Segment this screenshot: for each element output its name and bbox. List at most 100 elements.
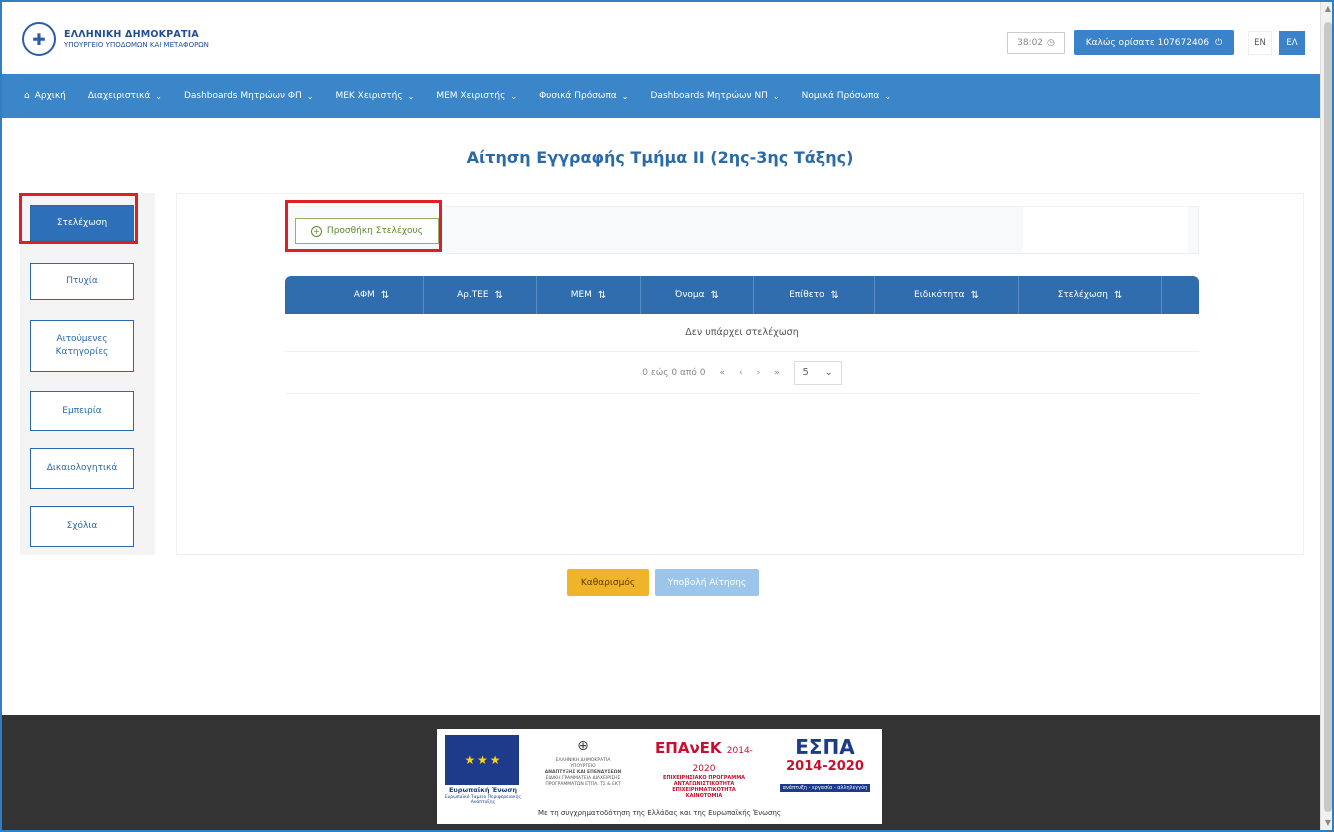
ministry-subtitle: ΥΠΟΥΡΓΕΙΟ ΥΠΟΔΟΜΩΝ ΚΑΙ ΜΕΤΑΦΟΡΩΝ (64, 41, 209, 49)
column-header-tee[interactable]: Αρ.ΤΕΕ ⇅ (424, 276, 537, 314)
column-header-specialty[interactable]: Ειδικότητα ⇅ (875, 276, 1019, 314)
sidebar: Στελέχωση Πτυχία Αιτούμενες Κατηγορίες Ε… (20, 193, 155, 555)
table-header: ΑΦΜ ⇅ Αρ.ΤΕΕ ⇅ ΜΕΜ ⇅ Όνομα ⇅ Επίθετο ⇅ Ε… (285, 276, 1199, 314)
lang-en-button[interactable]: EN (1248, 31, 1272, 55)
chevron-down-icon: ⌄ (407, 91, 415, 101)
vertical-scrollbar[interactable]: ▲ ▼ (1320, 0, 1334, 832)
last-page-icon[interactable]: » (774, 368, 780, 378)
nav-admin-label: Διαχειριστικά (87, 91, 151, 101)
nav-home-label: Αρχική (34, 91, 66, 101)
chevron-down-icon: ⌄ (884, 91, 892, 101)
paginator: 0 εώς 0 από 0 « ‹ › » 5 ⌄ (285, 352, 1199, 394)
column-header-mem[interactable]: ΜΕΜ ⇅ (537, 276, 641, 314)
greek-emblem-icon: ⊕ (577, 738, 589, 754)
column-surname-label: Επίθετο (789, 290, 825, 300)
ministry-title: ΕΛΛΗΝΙΚΗ ΔΗΜΟΚΡΑΤΙΑ (64, 29, 199, 40)
page-size-select[interactable]: 5 ⌄ (793, 360, 842, 385)
nav-natural-persons-label: Φυσικά Πρόσωπα (539, 91, 617, 101)
sidebar-item-documents[interactable]: Δικαιολογητικά (30, 448, 134, 489)
chevron-down-icon: ⌄ (824, 367, 833, 378)
prev-page-icon[interactable]: ‹ (739, 368, 743, 378)
clock-icon: ◷ (1047, 38, 1055, 48)
power-icon: ⏻ (1215, 37, 1223, 48)
sort-icon[interactable]: ⇅ (971, 290, 979, 301)
column-specialty-label: Ειδικότητα (914, 290, 965, 300)
sidebar-item-comments[interactable]: Σχόλια (30, 506, 134, 547)
scroll-up-icon[interactable]: ▲ (1321, 2, 1334, 16)
lang-el-button[interactable]: ΕΛ (1279, 31, 1305, 55)
eu-label-text: Ευρωπαϊκή Ένωση (448, 786, 518, 794)
column-header-surname[interactable]: Επίθετο ⇅ (754, 276, 875, 314)
sort-icon[interactable]: ⇅ (831, 290, 839, 301)
espa-title: ΕΣΠΑ (795, 735, 855, 759)
column-staffing-label: Στελέχωση (1057, 290, 1108, 300)
nav-mek-operator[interactable]: ΜΕΚ Χειριστής ⌄ (335, 91, 414, 101)
sort-icon[interactable]: ⇅ (1114, 290, 1122, 301)
column-header-afm[interactable]: ΑΦΜ ⇅ (320, 276, 424, 314)
column-tee-label: Αρ.ΤΕΕ (457, 290, 489, 300)
table-header-spacer (1162, 276, 1199, 314)
nav-dashboards-fp[interactable]: Dashboards Μητρώων ΦΠ ⌄ (184, 91, 314, 101)
main-nav: ⌂ Αρχική Διαχειριστικά ⌄ Dashboards Μητρ… (0, 74, 1320, 118)
page-size-value: 5 (802, 367, 809, 378)
sort-icon[interactable]: ⇅ (598, 290, 606, 301)
epanek-title: ΕΠΑνΕΚ (655, 739, 722, 757)
nav-legal-persons[interactable]: Νομικά Πρόσωπα ⌄ (802, 91, 891, 101)
chevron-down-icon: ⌄ (155, 91, 162, 101)
home-icon: ⌂ (24, 91, 30, 101)
epanek-logo: ΕΠΑνΕΚ 2014-2020 ΕΠΙΧΕΙΡΗΣΙΑΚΟ ΠΡΟΓΡΑΜΜΑ… (644, 739, 764, 799)
sidebar-item-experience[interactable]: Εμπειρία (30, 391, 134, 431)
chevron-down-icon: ⌄ (621, 91, 629, 101)
pager-summary: 0 εώς 0 από 0 (642, 367, 706, 378)
chevron-down-icon: ⌄ (306, 91, 314, 101)
highlight-box (285, 200, 442, 252)
sort-icon[interactable]: ⇅ (711, 290, 719, 301)
submit-application-button[interactable]: Υποβολή Αίτησης (655, 569, 759, 596)
nav-home[interactable]: ⌂ Αρχική (24, 91, 66, 101)
coat-of-arms-icon: ✚ (22, 22, 56, 56)
column-name-label: Όνομα (675, 290, 705, 300)
column-header-name[interactable]: Όνομα ⇅ (641, 276, 754, 314)
nav-admin[interactable]: Διαχειριστικά ⌄ (88, 91, 162, 101)
column-mem-label: ΜΕΜ (570, 290, 592, 300)
gr-line4: ΕΙΔΙΚΗ ΓΡΑΜΜΑΤΕΙΑ ΔΙΑΧΕΙΡΙΣΗΣ ΠΡΟΓΡΑΜΜΑΤ… (545, 776, 621, 788)
welcome-label: Καλώς ορίσατε 107672406 (1085, 37, 1210, 48)
eu-flag-icon: ★ ★ ★ (445, 735, 519, 785)
scroll-down-icon[interactable]: ▼ (1321, 816, 1334, 830)
first-page-icon[interactable]: « (719, 368, 725, 378)
sidebar-item-requested-categories[interactable]: Αιτούμενες Κατηγορίες (30, 320, 134, 372)
espa-logo: ΕΣΠΑ 2014-2020 ανάπτυξη - εργασία - αλλη… (777, 735, 873, 793)
nav-mem-operator-label: ΜΕΜ Χειριστής (436, 91, 506, 101)
nav-mek-operator-label: ΜΕΚ Χειριστής (335, 91, 403, 101)
table-header-spacer (285, 276, 320, 314)
epanek-l4: ΚΑΙΝΟΤΟΜΙΑ (685, 793, 723, 799)
toolbar-spacer (1023, 207, 1188, 253)
eu-fund-text: Ευρωπαϊκό Ταμείο Περιφερειακής Ανάπτυξης (444, 794, 522, 806)
sort-icon[interactable]: ⇅ (381, 290, 389, 301)
eu-label: Ευρωπαϊκή Ένωση Ευρωπαϊκό Ταμείο Περιφερ… (443, 786, 523, 806)
page-title: Αίτηση Εγγραφής Τμήμα ΙΙ (2ης-3ης Τάξης) (466, 148, 854, 167)
nav-dashboards-np[interactable]: Dashboards Μητρώων ΝΠ ⌄ (651, 91, 780, 101)
session-timer: 38:02 ◷ (1007, 32, 1065, 54)
clear-button[interactable]: Καθαρισμός (567, 569, 649, 596)
column-afm-label: ΑΦΜ (353, 290, 375, 300)
cofunding-text: Με τη συγχρηματοδότηση της Ελλάδας και τ… (537, 809, 782, 817)
header: ✚ ΕΛΛΗΝΙΚΗ ΔΗΜΟΚΡΑΤΙΑ ΥΠΟΥΡΓΕΙΟ ΥΠΟΔΟΜΩΝ… (0, 0, 1320, 74)
session-timer-value: 38:02 (1017, 38, 1044, 48)
scrollbar-thumb[interactable] (1324, 22, 1332, 812)
user-logout-button[interactable]: Καλώς ορίσατε 107672406 ⏻ (1074, 30, 1234, 55)
highlight-box (19, 193, 138, 244)
next-page-icon[interactable]: › (757, 368, 761, 378)
nav-dashboards-fp-label: Dashboards Μητρώων ΦΠ (183, 91, 302, 101)
ministry-logo[interactable]: ✚ ΕΛΛΗΝΙΚΗ ΔΗΜΟΚΡΑΤΙΑ ΥΠΟΥΡΓΕΙΟ ΥΠΟΔΟΜΩΝ… (22, 22, 209, 56)
sort-icon[interactable]: ⇅ (495, 290, 503, 301)
greek-ministry-logo: ⊕ ΕΛΛΗΝΙΚΗ ΔΗΜΟΚΡΑΤΙΑ ΥΠΟΥΡΓΕΙΟ ΑΝΑΠΤΥΞΗ… (535, 737, 631, 788)
nav-natural-persons[interactable]: Φυσικά Πρόσωπα ⌄ (539, 91, 628, 101)
empty-message: Δεν υπάρχει στελέχωση (285, 314, 1199, 352)
chevron-down-icon: ⌄ (510, 91, 518, 101)
nav-mem-operator[interactable]: ΜΕΜ Χειριστής ⌄ (436, 91, 517, 101)
espa-years: 2014-2020 (786, 759, 864, 774)
nav-dashboards-np-label: Dashboards Μητρώων ΝΠ (650, 91, 768, 101)
sidebar-item-degrees[interactable]: Πτυχία (30, 263, 134, 300)
column-header-staffing[interactable]: Στελέχωση ⇅ (1019, 276, 1162, 314)
